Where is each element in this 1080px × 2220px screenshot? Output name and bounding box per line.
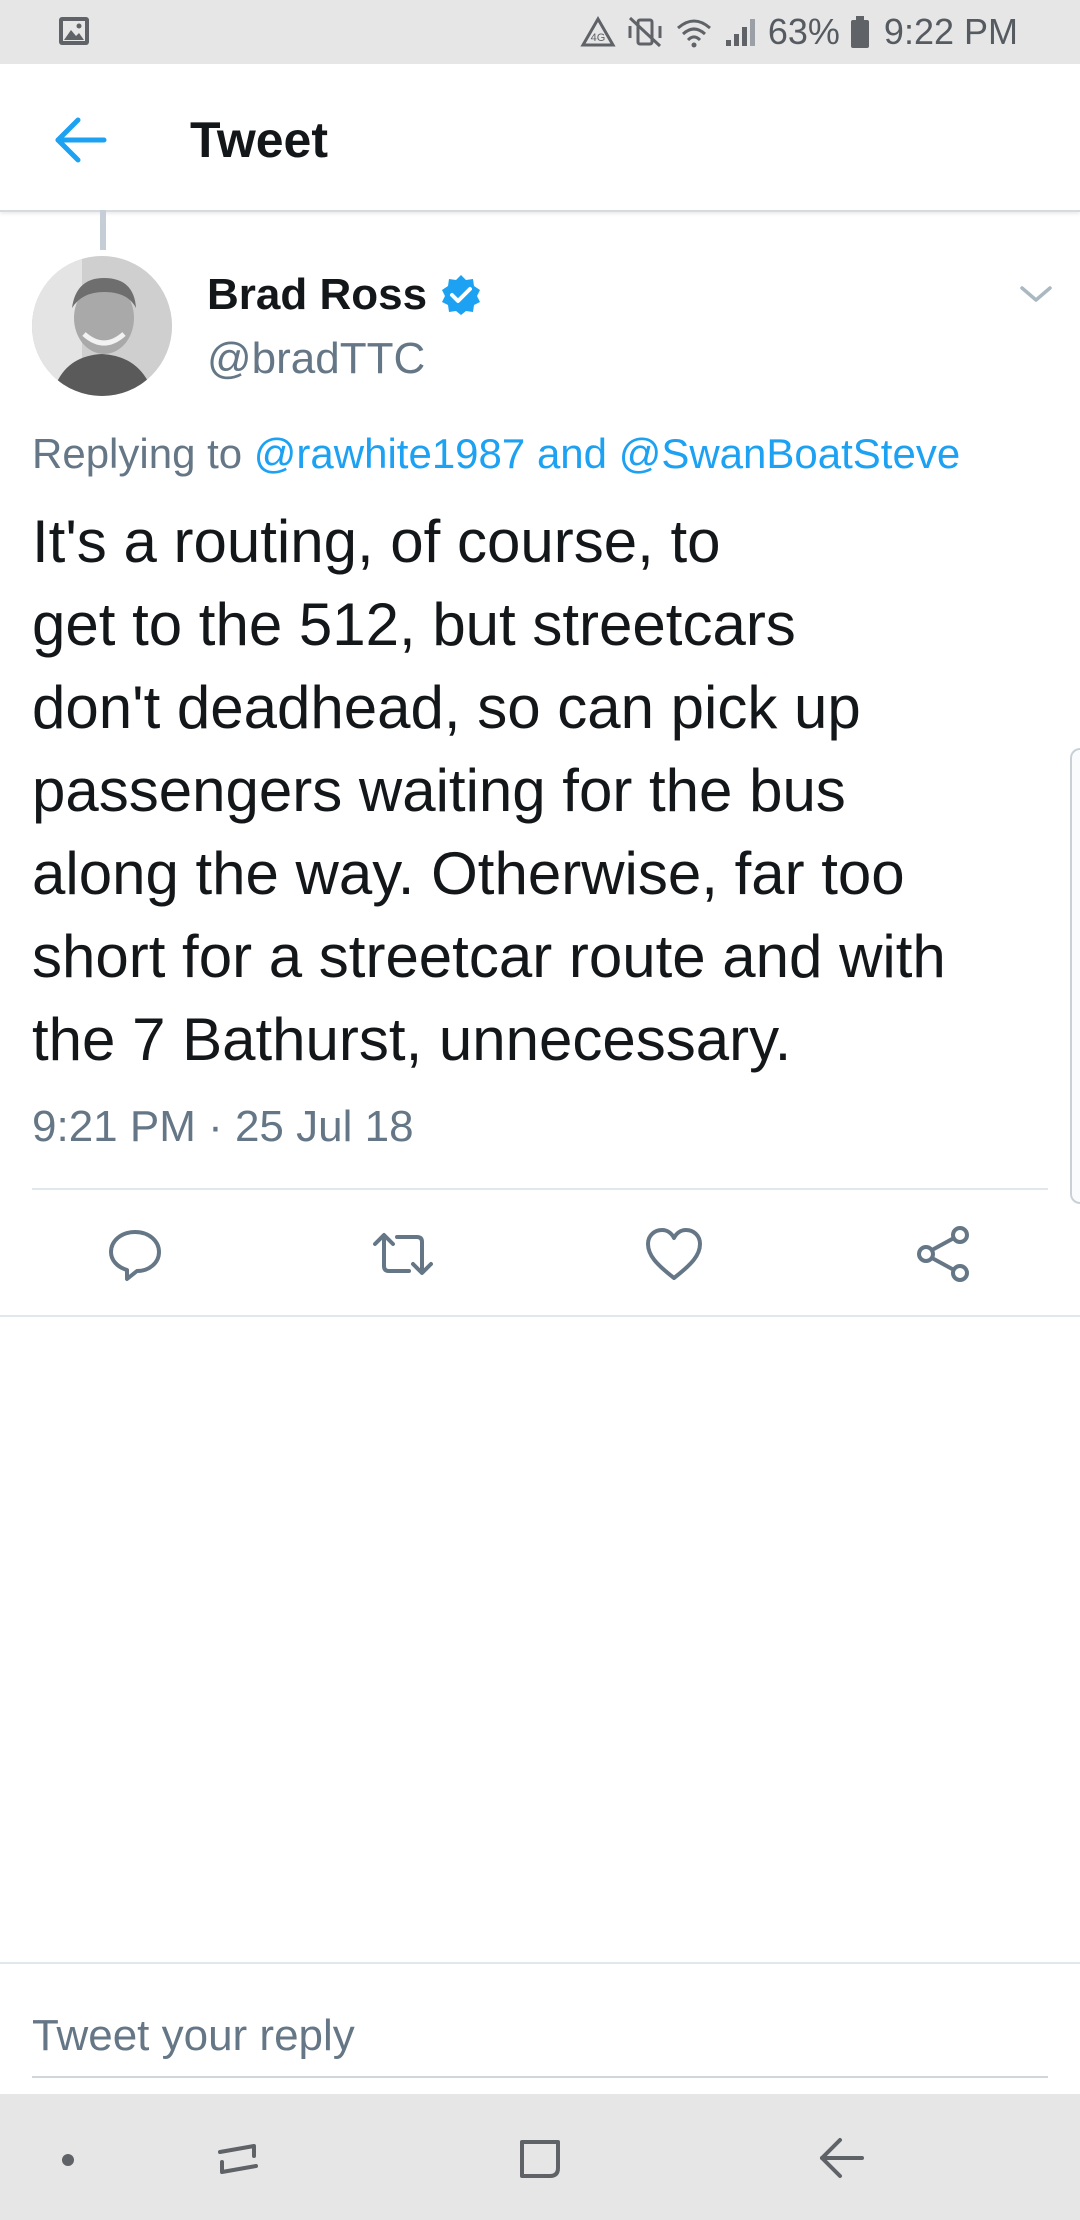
svg-text:4G: 4G [591,32,606,44]
reply-joiner: and [536,430,608,477]
arrow-left-icon [55,117,107,163]
system-nav-bar [0,2094,1080,2220]
recents-icon [218,2144,258,2174]
status-time: 9:22 PM [883,11,1018,52]
tweet-text-line: It's a routing, of course, to [32,508,721,575]
status-bar: 4G 63% 9:22 PM [0,0,1080,64]
image-notification-icon [58,16,90,51]
home-square-icon [520,2140,560,2178]
author-handle[interactable]: @bradTTC [207,334,425,384]
edge-panel-handle[interactable] [1070,748,1080,1204]
thread-connector-line [100,210,106,250]
retweet-button[interactable] [371,1222,435,1286]
like-button[interactable] [642,1222,706,1286]
tweet-text-line: along the way. Otherwise, far too [32,840,905,907]
reply-icon [109,1230,161,1281]
avatar[interactable] [32,256,172,396]
author-name[interactable]: Brad Ross [207,270,483,320]
share-button[interactable] [912,1222,976,1286]
tweet-text-line: passengers waiting for the bus [32,757,846,824]
mention-link[interactable]: @SwanBoatSteve [619,430,961,477]
page-title: Tweet [190,112,328,168]
vibrate-mute-icon [626,16,664,48]
retweet-icon [373,1233,433,1275]
mention-link[interactable]: @rawhite1987 [254,430,525,477]
divider [0,1962,1080,1964]
tweet-timestamp: 9:21 PM · 25 Jul 18 [32,1102,414,1151]
tweet-text-line: get to the 512, but streetcars [32,591,796,658]
tweet-text: It's a routing, of course, to get to the… [32,500,1052,1081]
like-icon [646,1228,702,1280]
wifi-icon [674,16,714,48]
status-icons: 4G 63% 9:22 PM [580,0,1018,64]
app-bar: Tweet [0,64,1080,212]
verified-badge-icon [442,275,481,315]
reply-prefix: Replying to [32,430,243,477]
battery-icon [850,15,870,49]
tweet-options-button[interactable] [1018,282,1054,306]
tweet-text-line: short for a streetcar route and with [32,923,946,990]
signal-icon [724,16,758,48]
battery-percent: 63% [767,11,840,52]
tweet-text-line: don't deadhead, so can pick up [32,674,861,741]
reply-context: Replying to @rawhite1987 and @SwanBoatSt… [32,430,960,478]
home-button[interactable] [512,2130,568,2186]
reply-input[interactable] [32,1996,1048,2078]
author-name-text: Brad Ross [207,270,428,319]
back-arrow-icon [820,2138,864,2178]
recent-apps-button[interactable] [210,2130,266,2186]
back-button[interactable] [48,108,112,172]
nav-dot-button[interactable] [40,2130,96,2186]
back-nav-button[interactable] [814,2130,870,2186]
share-icon [917,1226,969,1282]
data-saver-icon: 4G [580,16,616,48]
divider [32,1188,1048,1190]
reply-button[interactable] [103,1222,167,1286]
dot-icon [62,2154,74,2166]
chevron-down-icon [1020,286,1052,302]
divider [0,1315,1080,1317]
tweet-text-line: the 7 Bathurst, unnecessary. [32,1006,792,1073]
